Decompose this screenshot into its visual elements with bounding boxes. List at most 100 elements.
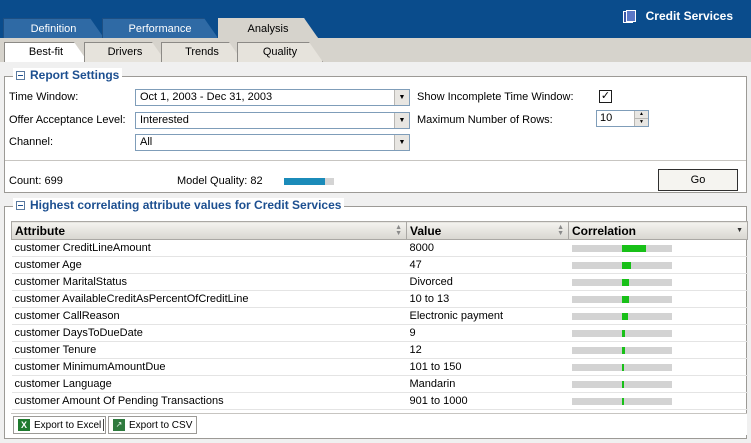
report-settings-panel: Report Settings Time Window: Oct 1, 2003… [4,68,747,193]
correlation-title[interactable]: Highest correlating attribute values for… [13,198,345,212]
correlation-bar-fill [621,312,628,320]
model-quality-fill [284,178,325,185]
value-cell: Divorced [406,273,569,291]
channel-select[interactable]: All ▼ [135,134,410,151]
correlation-bar-track [571,261,672,269]
correlation-bar-track [571,363,672,371]
value-cell: 12 [406,341,569,359]
attribute-cell: customer Amount Of Pending Transactions [11,392,407,410]
show-incomplete-label: Show Incomplete Time Window: [417,91,574,103]
time-window-select[interactable]: Oct 1, 2003 - Dec 31, 2003 ▼ [135,89,410,106]
table-row[interactable]: customer Language Mandarin [11,375,748,393]
time-window-label: Time Window: [9,91,79,103]
correlation-cell [568,307,748,325]
tab-analysis[interactable]: Analysis [218,18,318,38]
value-cell: 901 to 1000 [406,392,569,410]
subtab-quality[interactable]: Quality [237,42,323,62]
max-rows-value: 10 [600,112,613,124]
column-header-value[interactable]: Value ▲ ▼ [406,221,569,240]
chevron-down-icon[interactable]: ▼ [394,135,409,150]
export-toolbar: X Export to Excel ↗ Export to CSV [11,413,747,435]
offer-acceptance-label: Offer Acceptance Level: [9,114,126,126]
sort-arrows-icon[interactable]: ▲ ▼ [395,224,402,237]
correlation-cell [568,239,748,257]
excel-icon: X [18,419,30,431]
report-settings-title[interactable]: Report Settings [13,68,123,82]
value-cell: Electronic payment [406,307,569,325]
correlation-cell [568,324,748,342]
correlation-bar-fill [621,329,625,337]
collapse-icon[interactable] [16,70,25,80]
attribute-cell: customer DaysToDueDate [11,324,407,342]
column-header-correlation[interactable]: Correlation ▼ [568,221,748,240]
column-header-label: Value [410,223,442,238]
table-row[interactable]: customer Tenure 12 [11,341,748,359]
correlation-cell [568,256,748,274]
max-rows-stepper[interactable]: 10 ▲ ▼ [596,110,649,127]
model-quality-text: Model Quality: 82 [177,175,263,187]
correlation-bar-track [571,295,672,303]
collapse-icon[interactable] [16,200,25,210]
export-excel-button[interactable]: X Export to Excel [13,416,107,434]
sub-tab-bar: Best-fit Drivers Trends Quality [0,38,751,62]
attribute-cell: customer Language [11,375,407,393]
correlation-cell [568,341,748,359]
export-csv-button[interactable]: ↗ Export to CSV [108,416,198,434]
correlation-cell [568,392,748,410]
correlation-bar-track [571,380,672,388]
table-row[interactable]: customer AvailableCreditAsPercentOfCredi… [11,290,748,308]
stepper-buttons: ▲ ▼ [634,111,648,126]
value-cell: 9 [406,324,569,342]
correlation-bar-track [571,278,672,286]
app-window: Definition Performance Analysis Credit S… [0,0,751,443]
model-quality-bar [284,178,334,185]
export-csv-label: Export to CSV [129,419,193,431]
attribute-cell: customer AvailableCreditAsPercentOfCredi… [11,290,407,308]
table-row[interactable]: customer DaysToDueDate 9 [11,324,748,342]
value-cell: 8000 [406,239,569,257]
table-header-row: Attribute ▲ ▼ Value ▲ ▼ Correlation ▼ [11,221,748,240]
correlation-cell [568,290,748,308]
tab-definition[interactable]: Definition [3,18,104,38]
table-row[interactable]: customer Age 47 [11,256,748,274]
show-incomplete-checkbox[interactable]: ✓ [599,90,612,103]
time-window-value: Oct 1, 2003 - Dec 31, 2003 [140,91,273,103]
divider [5,160,746,161]
sort-arrows-icon[interactable]: ▲ ▼ [557,224,564,237]
tab-performance[interactable]: Performance [102,18,218,38]
chevron-up-icon[interactable]: ▲ [635,111,648,118]
table-row[interactable]: customer MaritalStatus Divorced [11,273,748,291]
offer-acceptance-select[interactable]: Interested ▼ [135,112,410,129]
chevron-down-icon[interactable]: ▼ [394,113,409,128]
channel-label: Channel: [9,136,54,148]
attribute-cell: customer Age [11,256,407,274]
subtab-best-fit[interactable]: Best-fit [4,42,88,62]
correlation-bar-fill [621,380,624,388]
go-button[interactable]: Go [658,169,738,191]
column-header-attribute[interactable]: Attribute ▲ ▼ [11,221,407,240]
correlation-title-text: Highest correlating attribute values for… [30,198,342,212]
export-separator [103,419,104,431]
correlation-cell [568,375,748,393]
count-text: Count: 699 [9,175,63,187]
chevron-down-icon[interactable]: ▼ [394,90,409,105]
table-row[interactable]: customer CreditLineAmount 8000 [11,239,748,257]
value-cell: 10 to 13 [406,290,569,308]
value-cell: Mandarin [406,375,569,393]
correlation-bar-fill [621,261,631,269]
attribute-cell: customer Tenure [11,341,407,359]
table-row[interactable]: customer CallReason Electronic payment [11,307,748,325]
column-header-label: Attribute [15,223,65,238]
channel-value: All [140,136,153,148]
max-rows-label: Maximum Number of Rows: [417,114,553,126]
table-row[interactable]: customer Amount Of Pending Transactions 9… [11,392,748,410]
correlation-bar-track [571,329,672,337]
sort-desc-icon[interactable]: ▼ [736,227,743,234]
chevron-down-icon[interactable]: ▼ [635,118,648,125]
attribute-cell: customer MaritalStatus [11,273,407,291]
subtab-trends[interactable]: Trends [161,42,243,62]
subtab-drivers[interactable]: Drivers [84,42,166,62]
correlation-bar-fill [621,295,629,303]
value-cell: 47 [406,256,569,274]
table-row[interactable]: customer MinimumAmountDue 101 to 150 [11,358,748,376]
